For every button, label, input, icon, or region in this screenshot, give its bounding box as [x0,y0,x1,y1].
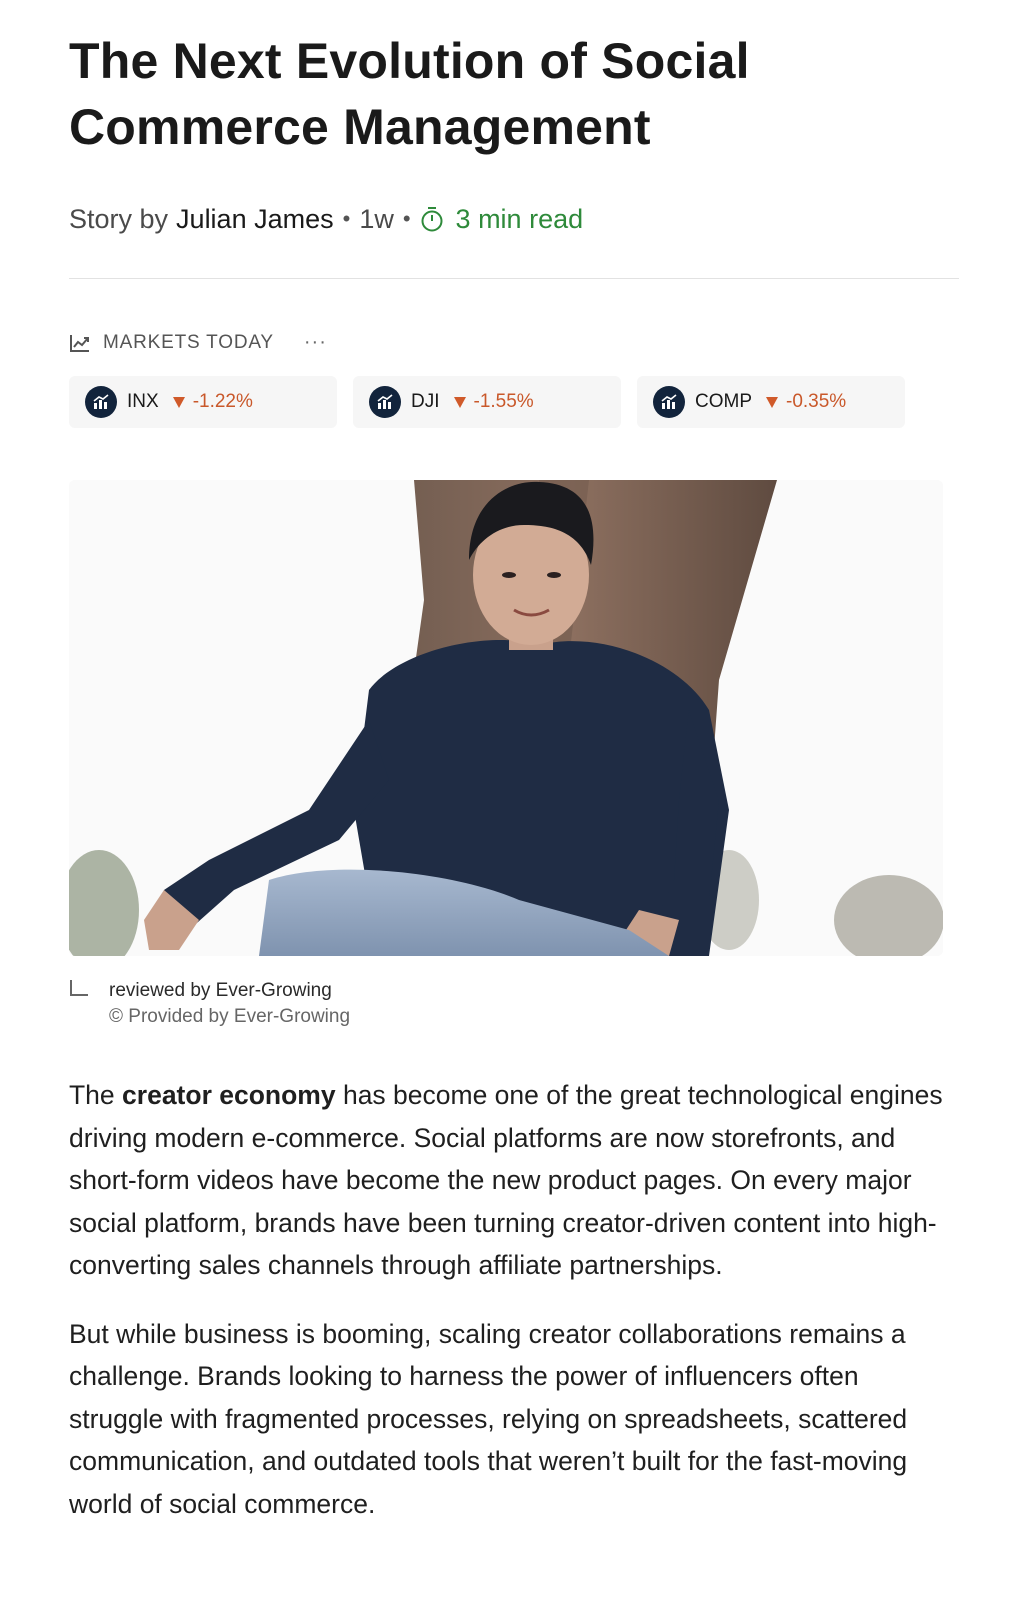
article: The Next Evolution of Social Commerce Ma… [69,28,959,1551]
bar-chart-logo-icon [653,386,685,418]
article-title: The Next Evolution of Social Commerce Ma… [69,33,750,155]
portrait-photo [69,480,943,956]
caption-provider: © Provided by Ever-Growing [109,1006,351,1027]
article-body: The creator economy has become one of th… [69,1074,959,1525]
separator-dot: • [402,206,411,231]
bar-chart-logo-icon [369,386,401,418]
read-time: 3 min read [420,202,584,236]
caption-reviewed: reviewed by Ever-Growing [109,980,332,1001]
byline: Story by Julian James • 1w • 3 min read [69,202,959,236]
bar-chart-logo-icon [85,386,117,418]
corner-bracket-icon [70,980,88,996]
down-triangle-icon [453,396,466,408]
paragraph-2: But while business is booming, scaling c… [69,1318,908,1519]
publish-age: 1w [359,204,394,234]
down-triangle-icon [766,396,778,408]
markets-heading: MARKETS TODAY [103,331,274,353]
ticker-symbol: COMP [695,391,752,412]
markets-header: MARKETS TODAY ··· [69,331,959,354]
bold-phrase: creator economy [122,1080,336,1110]
ticker-card-comp[interactable]: COMP -0.35% [637,376,905,428]
divider [69,278,959,279]
byline-prefix: Story by [69,204,169,234]
stopwatch-icon [421,207,443,232]
author-link[interactable]: Julian James [176,202,334,236]
paragraph-1: The creator economy has become one of th… [69,1074,959,1287]
ticker-card-inx[interactable]: INX -1.22% [69,376,337,428]
ticker-symbol: DJI [411,391,440,412]
ticker-change: -0.35% [786,391,847,412]
separator-dot: • [342,206,351,231]
paragraph-1-post: has become one of the great technologica… [69,1080,943,1280]
ticker-symbol: INX [127,391,159,412]
read-time-label: 3 min read [455,204,584,234]
down-triangle-icon [172,396,185,408]
article-photo[interactable] [69,480,943,956]
chart-line-icon [70,334,89,352]
paragraph-1-pre: The [69,1080,123,1110]
image-caption: reviewed by Ever-Growing © Provided by E… [69,978,959,1030]
ticker-change: -1.55% [473,391,534,412]
ticker-card-dji[interactable]: DJI -1.55% [353,376,621,428]
more-options-button[interactable]: ··· [304,331,327,354]
ticker-change: -1.22% [192,391,253,412]
ticker-list: INX -1.22% DJI -1.55% COMP -0.35% [69,376,959,428]
